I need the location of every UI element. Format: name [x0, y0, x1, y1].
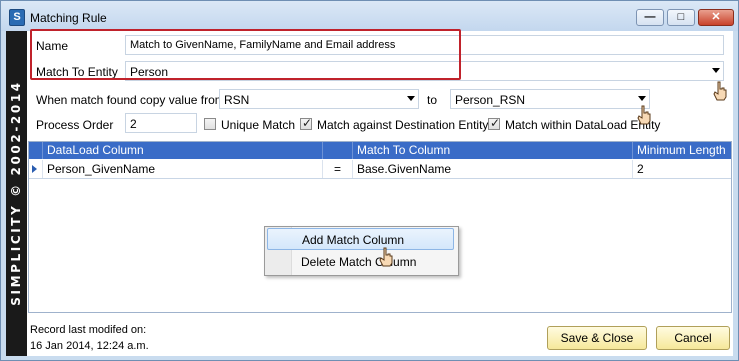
dropdown-arrow-icon: [712, 68, 720, 73]
brand-text: SIMPLICITY © 2002-2014: [9, 80, 23, 306]
table-row[interactable]: Person_GivenName = Base.GivenName 2: [29, 160, 731, 179]
order-field[interactable]: 2: [125, 113, 197, 133]
brand-sidebar: SIMPLICITY © 2002-2014: [6, 31, 27, 356]
dropdown-arrow-icon: [638, 96, 646, 101]
context-menu: Add Match Column Delete Match Column: [264, 226, 459, 276]
close-button[interactable]: ✕: [698, 9, 734, 26]
cell-dataload-column[interactable]: Person_GivenName: [43, 160, 323, 178]
app-icon: S: [9, 9, 25, 26]
check-icon: ✓: [490, 116, 501, 130]
cell-minimum-length[interactable]: 2: [633, 160, 731, 178]
order-label: Process Order: [36, 118, 114, 132]
window-title: Matching Rule: [30, 11, 107, 25]
modified-label: Record last modifed on:: [30, 324, 147, 336]
highlight-box: [30, 29, 461, 80]
unique-match-checkbox[interactable]: [204, 118, 216, 130]
check-icon: ✓: [302, 116, 313, 130]
to-label: to: [427, 93, 438, 107]
cell-operator[interactable]: =: [323, 160, 353, 178]
match-dest-label: Match against Destination Entity: [317, 118, 489, 132]
close-icon: ✕: [711, 11, 721, 23]
matching-rule-window: S Matching Rule — □ ✕ SIMPLICITY © 2002-…: [0, 0, 739, 361]
modified-value: 16 Jan 2014, 12:24 a.m.: [30, 340, 149, 352]
dropdown-arrow-icon: [407, 96, 415, 101]
column-header-min-length[interactable]: Minimum Length: [633, 142, 731, 159]
copy-from-value: RSN: [224, 93, 250, 107]
minimize-icon: —: [644, 11, 656, 23]
column-header-match-to[interactable]: Match To Column: [353, 142, 633, 159]
row-selector[interactable]: [29, 160, 43, 178]
grid-header: DataLoad Column Match To Column Minimum …: [29, 142, 731, 159]
row-header-spacer: [29, 142, 43, 159]
copy-from-dropdown[interactable]: RSN: [219, 89, 419, 109]
row-indicator-icon: [32, 165, 37, 173]
match-within-checkbox[interactable]: ✓: [488, 116, 501, 130]
copy-to-dropdown[interactable]: Person_RSN: [450, 89, 650, 109]
hand-cursor-icon: [713, 81, 727, 101]
cell-match-to-column[interactable]: Base.GivenName: [353, 160, 633, 178]
maximize-button[interactable]: □: [667, 9, 695, 26]
copy-label: When match found copy value from: [36, 93, 225, 107]
column-header-dataload[interactable]: DataLoad Column: [43, 142, 323, 159]
save-close-button[interactable]: Save & Close: [547, 326, 647, 350]
column-header-operator[interactable]: [323, 142, 353, 159]
menu-item-add-match-column[interactable]: Add Match Column: [267, 228, 454, 250]
copy-to-value: Person_RSN: [455, 93, 526, 107]
maximize-icon: □: [677, 11, 685, 23]
title-bar: S Matching Rule — □ ✕: [1, 1, 738, 31]
menu-item-delete-match-column[interactable]: Delete Match Column: [267, 251, 454, 273]
match-dest-checkbox[interactable]: ✓: [300, 116, 313, 130]
hand-cursor-icon: [637, 105, 651, 125]
unique-match-label: Unique Match: [221, 118, 296, 132]
cancel-button[interactable]: Cancel: [656, 326, 730, 350]
minimize-button[interactable]: —: [636, 9, 664, 26]
hand-cursor-icon: [379, 247, 393, 267]
